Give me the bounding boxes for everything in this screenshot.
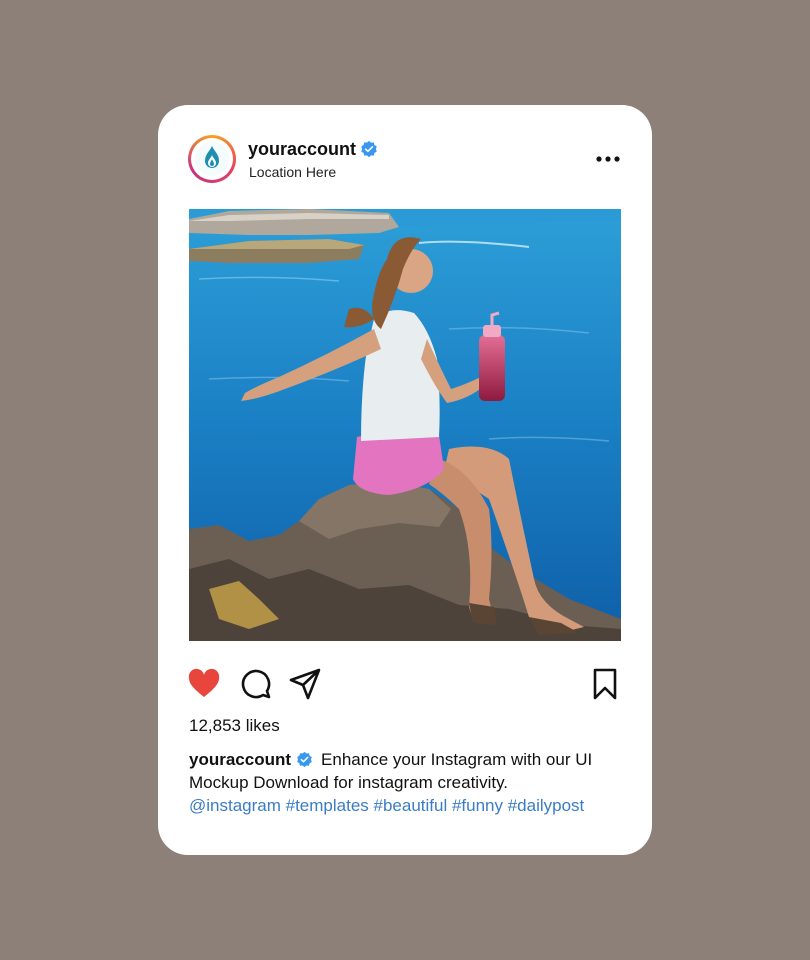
bookmark-icon[interactable] bbox=[588, 667, 622, 701]
share-icon[interactable] bbox=[288, 667, 322, 701]
avatar[interactable] bbox=[188, 135, 236, 183]
comment-icon[interactable] bbox=[239, 667, 273, 701]
caption-username[interactable]: youraccount bbox=[189, 750, 291, 769]
likes-count[interactable]: 12,853 likes bbox=[189, 716, 280, 736]
more-options-icon[interactable] bbox=[595, 151, 621, 167]
caption: youraccount Enhance your Instagram with … bbox=[189, 748, 621, 817]
username[interactable]: youraccount bbox=[248, 139, 356, 160]
post-card: youraccount Location Here 12,853 likes y… bbox=[158, 105, 652, 855]
location-label[interactable]: Location Here bbox=[249, 164, 336, 180]
water-drop-logo-icon bbox=[195, 142, 229, 176]
caption-hashtags[interactable]: @instagram #templates #beautiful #funny … bbox=[189, 796, 584, 815]
photo-illustration bbox=[189, 209, 621, 641]
verified-badge-icon bbox=[297, 751, 312, 768]
heart-icon[interactable] bbox=[187, 667, 221, 701]
post-photo[interactable] bbox=[189, 209, 621, 641]
verified-badge-icon bbox=[361, 140, 377, 158]
